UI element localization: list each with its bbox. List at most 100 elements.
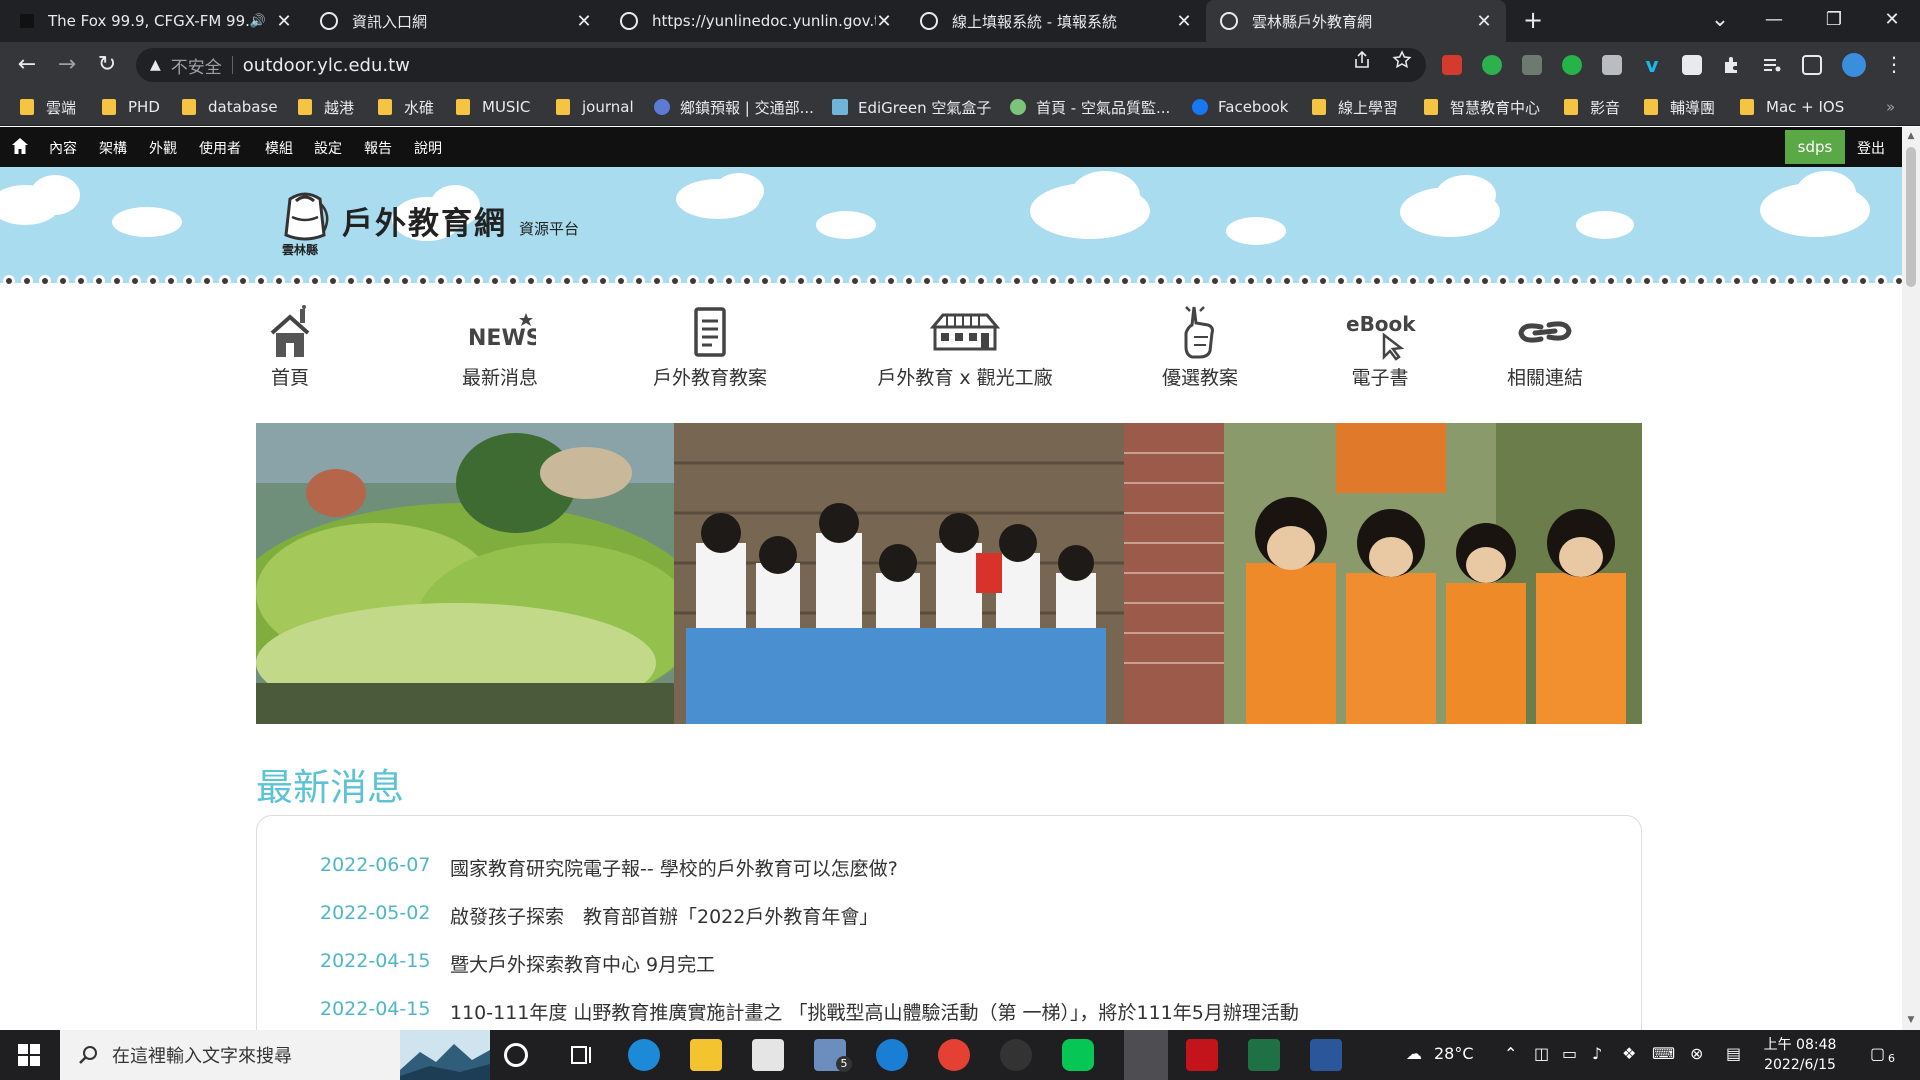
vimeo-extension-icon[interactable]: v [1642, 55, 1662, 75]
bookmark-folder[interactable]: database [182, 97, 278, 117]
document-extension-icon[interactable] [1682, 55, 1702, 75]
network-icon[interactable]: ▭ [1562, 1044, 1577, 1063]
nav-lesson-plans[interactable]: 戶外教育教案 [645, 303, 775, 393]
nav-featured-lessons[interactable]: 優選教案 [1155, 303, 1245, 393]
nav-news[interactable]: NEWS 最新消息 [455, 303, 545, 393]
volume-icon[interactable]: ♪ [1592, 1044, 1602, 1063]
green-extension-icon[interactable] [1562, 55, 1582, 75]
windows-start-icon[interactable] [18, 1044, 40, 1066]
chrome-active-icon[interactable] [1124, 1030, 1168, 1080]
app-icon[interactable] [1000, 1039, 1032, 1071]
url-text[interactable]: outdoor.ylc.edu.tw [243, 55, 410, 76]
close-tab-icon[interactable]: ✕ [276, 11, 292, 32]
tab-report-system[interactable]: 線上填報系統 - 填報系統 ✕ [906, 0, 1206, 42]
taskbar-clock[interactable]: 上午 08:48 2022/6/15 [1760, 1035, 1840, 1075]
bookmark-folder[interactable]: 智慧教育中心 [1424, 97, 1540, 117]
news-title[interactable]: 啟發孩子探索 教育部首辦「2022戶外教育年會」 [450, 902, 878, 930]
nav-related-links[interactable]: 相關連結 [1500, 303, 1590, 393]
chrome-icon[interactable] [938, 1039, 970, 1071]
bookmarks-overflow-button[interactable]: » [1886, 97, 1895, 117]
bookmark-folder[interactable]: 影音 [1564, 97, 1620, 117]
bookmark-folder[interactable]: 輔導團 [1644, 97, 1715, 117]
internet-explorer-icon[interactable] [876, 1039, 908, 1071]
screenshot-extension-icon[interactable] [1602, 55, 1622, 75]
speaker-icon[interactable]: 🔊 [250, 14, 266, 29]
microsoft-store-icon[interactable] [752, 1039, 784, 1071]
bookmark-folder[interactable]: Mac + IOS [1740, 97, 1844, 117]
profile-avatar[interactable] [1842, 53, 1866, 77]
news-title[interactable]: 暨大戶外探索教育中心 9月完工 [450, 950, 715, 978]
bookmark-site[interactable]: EdiGreen 空氣盒子 [832, 97, 991, 117]
close-tab-icon[interactable]: ✕ [1476, 11, 1492, 32]
dropbox-icon[interactable]: ❖ [1622, 1044, 1636, 1063]
address-bar[interactable]: ▲ 不安全 outdoor.ylc.edu.tw [136, 48, 1426, 82]
close-tab-icon[interactable]: ✕ [576, 11, 592, 32]
evernote-extension-icon[interactable] [1482, 55, 1502, 75]
tab-yunlinedoc[interactable]: https://yunlinedoc.yunlin.gov.tw ✕ [606, 0, 906, 42]
forward-button[interactable]: → [52, 50, 82, 80]
news-item[interactable]: 2022-05-02 啟發孩子探索 教育部首辦「2022戶外教育年會」 [320, 902, 878, 930]
weather-cloud-icon[interactable]: ☁ [1406, 1044, 1422, 1063]
edge-icon[interactable] [628, 1039, 660, 1071]
page-scrollbar[interactable]: ▲ ▼ [1902, 127, 1920, 1030]
word-icon[interactable] [1310, 1039, 1342, 1071]
meet-now-icon[interactable]: ◫ [1534, 1044, 1549, 1063]
scrollbar-thumb[interactable] [1906, 147, 1916, 287]
site-logo[interactable]: 雲林縣 戶外教育網 資源平台 [276, 189, 579, 261]
news-item[interactable]: 2022-04-15 暨大戶外探索教育中心 9月完工 [320, 950, 715, 978]
reload-button[interactable]: ↻ [92, 50, 122, 80]
new-tab-button[interactable]: + [1518, 6, 1548, 36]
scroll-down-icon[interactable]: ▼ [1905, 1015, 1917, 1025]
news-item[interactable]: 2022-06-07 國家教育研究院電子報-- 學校的戶外教育可以怎麼做? [320, 854, 898, 882]
bookmark-site[interactable]: Facebook [1192, 97, 1288, 117]
warning-icon[interactable]: ▲ [150, 57, 161, 73]
security-label[interactable]: 不安全 [171, 53, 222, 78]
admin-menu-modules[interactable]: 模組 [265, 138, 293, 158]
bookmark-folder[interactable]: 線上學習 [1312, 97, 1398, 117]
tab-radio[interactable]: The Fox 99.9, CFGX-FM 99.9 🔊 ✕ [6, 0, 306, 42]
bookmark-folder[interactable]: 越港 [298, 97, 354, 117]
close-tab-icon[interactable]: ✕ [1176, 11, 1192, 32]
admin-menu-content[interactable]: 內容 [49, 138, 77, 158]
more-menu-icon[interactable]: ⋮ [1884, 54, 1904, 75]
taskbar-search-box[interactable]: 在這裡輸入文字來搜尋 [60, 1030, 490, 1080]
tray-chevron-icon[interactable]: ⌃ [1504, 1044, 1517, 1063]
side-panel-icon[interactable] [1802, 55, 1822, 75]
admin-menu-help[interactable]: 說明 [414, 138, 442, 158]
nav-home[interactable]: 首頁 [265, 303, 315, 393]
tray-app-icon[interactable]: ⊗ [1690, 1044, 1703, 1063]
cortana-icon[interactable] [504, 1043, 528, 1067]
media-queue-icon[interactable] [1762, 55, 1782, 75]
admin-menu-configuration[interactable]: 設定 [314, 138, 342, 158]
bookmark-site[interactable]: 鄉鎮預報 | 交通部... [654, 97, 814, 117]
bookmark-star-icon[interactable] [1392, 50, 1412, 70]
minimize-button[interactable]: — [1746, 0, 1802, 42]
extension-red-icon[interactable] [1442, 55, 1462, 75]
news-item[interactable]: 2022-04-15 110-111年度 山野教育推廣實施計畫之 「挑戰型高山體… [320, 998, 1299, 1026]
news-title[interactable]: 110-111年度 山野教育推廣實施計畫之 「挑戰型高山體驗活動（第 一梯）」，… [450, 998, 1299, 1026]
tab-outdoor-education[interactable]: 雲林縣戶外教育網 ✕ [1206, 0, 1506, 42]
excel-icon[interactable] [1248, 1039, 1280, 1071]
news-title[interactable]: 國家教育研究院電子報-- 學校的戶外教育可以怎麼做? [450, 854, 898, 882]
admin-user-button[interactable]: sdps [1785, 130, 1845, 164]
weather-temperature[interactable]: 28°C [1434, 1044, 1474, 1063]
task-view-icon[interactable] [566, 1039, 598, 1071]
file-explorer-icon[interactable] [690, 1039, 722, 1071]
scroll-up-icon[interactable]: ▲ [1905, 131, 1917, 141]
tab-portal[interactable]: 資訊入口網 ✕ [306, 0, 606, 42]
share-icon[interactable] [1352, 50, 1372, 70]
admin-menu-reports[interactable]: 報告 [364, 138, 392, 158]
notification-icon[interactable]: ▢ [1870, 1044, 1885, 1063]
acrobat-icon[interactable] [1186, 1039, 1218, 1071]
input-method-icon[interactable]: ▤ [1726, 1044, 1741, 1063]
admin-menu-appearance[interactable]: 外觀 [149, 138, 177, 158]
extensions-puzzle-icon[interactable] [1722, 55, 1742, 75]
admin-menu-people[interactable]: 使用者 [199, 138, 241, 158]
home-icon[interactable] [11, 137, 29, 155]
nav-ebook[interactable]: eBook 電子書 [1340, 303, 1420, 393]
bookmark-folder[interactable]: 水碓 [378, 97, 434, 117]
back-button[interactable]: ← [12, 50, 42, 80]
bookmark-folder[interactable]: PHD [102, 97, 160, 117]
bookmark-folder[interactable]: 雲端 [20, 97, 76, 117]
admin-menu-structure[interactable]: 架構 [99, 138, 127, 158]
